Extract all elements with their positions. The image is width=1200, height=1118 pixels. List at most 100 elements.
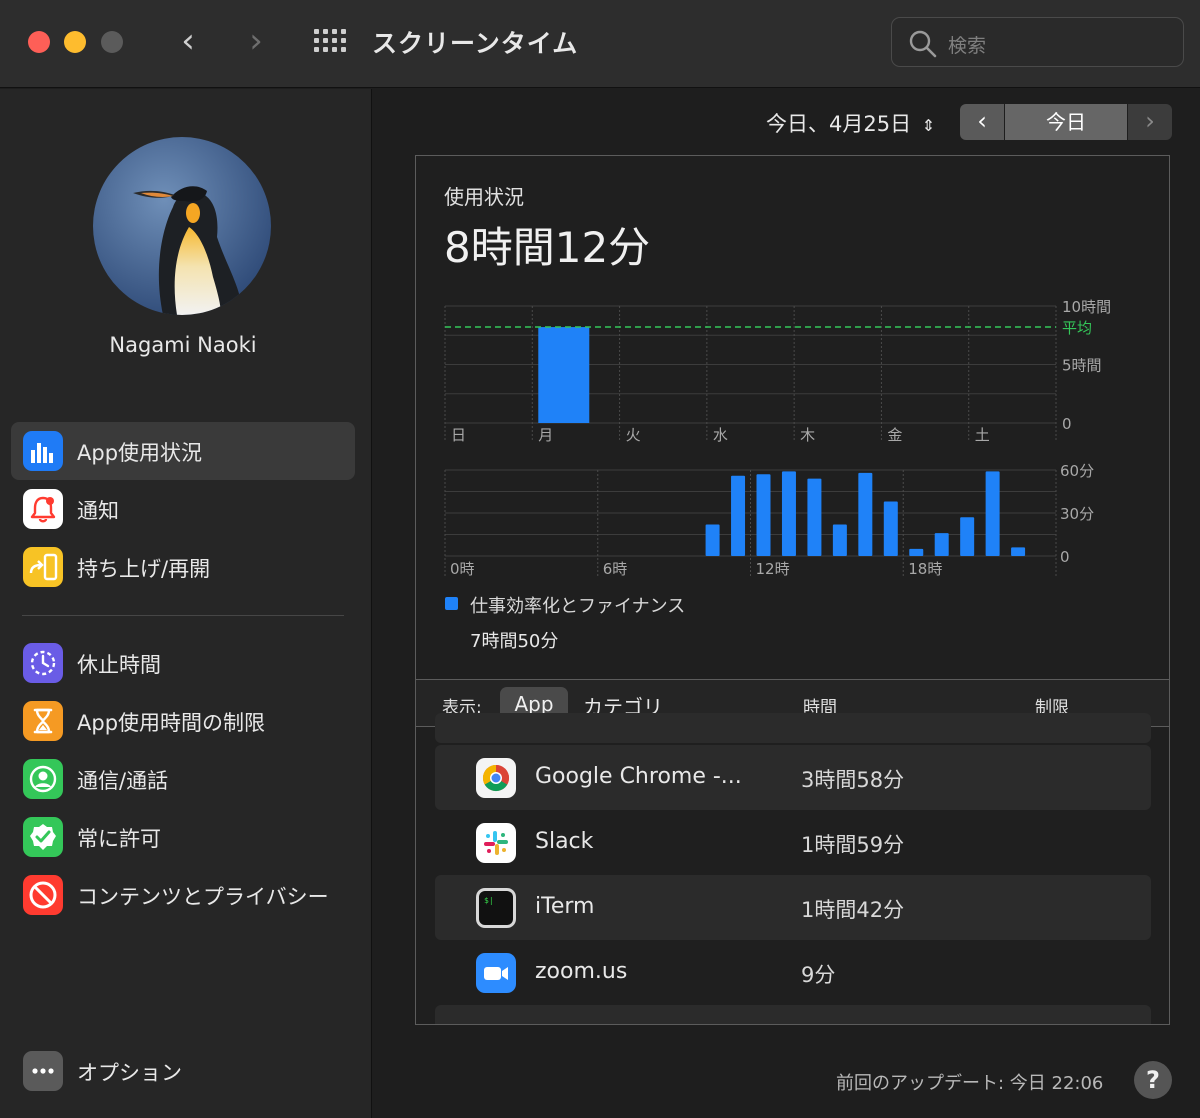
- table-row[interactable]: [435, 713, 1151, 743]
- bar: [731, 475, 746, 556]
- table-row[interactable]: zoom.us 9分: [435, 940, 1151, 1005]
- downtime-icon: [23, 643, 63, 683]
- y-tick-label: 0: [1060, 548, 1070, 566]
- sidebar-item-label: 常に許可: [77, 827, 161, 851]
- app-name: iTerm: [535, 894, 595, 919]
- y-tick-label: 0: [1062, 415, 1072, 433]
- sidebar-item-label: App使用状況: [77, 441, 203, 465]
- sidebar-item-always-allowed[interactable]: 常に許可: [11, 808, 355, 866]
- bar: [985, 471, 1000, 556]
- x-tick-label: 木: [800, 426, 815, 444]
- bar: [832, 524, 847, 556]
- show-all-grid-icon[interactable]: [314, 29, 346, 53]
- avatar[interactable]: [93, 137, 271, 315]
- bar: [909, 548, 924, 556]
- bar: [858, 472, 873, 556]
- svg-text:$|: $|: [484, 896, 494, 905]
- sidebar-item-downtime[interactable]: 休止時間: [11, 634, 355, 692]
- sidebar-item-options[interactable]: オプション: [11, 1042, 355, 1100]
- table-row[interactable]: $| iTerm 1時間42分: [435, 875, 1151, 940]
- today-button[interactable]: 今日: [1005, 104, 1127, 140]
- table-row[interactable]: Slack 1時間59分: [435, 810, 1151, 875]
- search-icon: [909, 30, 937, 58]
- sidebar-divider: [22, 615, 344, 616]
- back-button[interactable]: ‹: [173, 22, 203, 62]
- previous-day-button[interactable]: ‹: [960, 104, 1004, 140]
- help-button[interactable]: ?: [1134, 1061, 1172, 1099]
- app-time: 9分: [801, 963, 836, 987]
- legend-swatch: [445, 597, 458, 610]
- sidebar-item-pickups[interactable]: 持ち上げ/再開: [11, 538, 355, 596]
- x-tick-label: 0時: [450, 560, 475, 578]
- search-field[interactable]: 検索: [891, 17, 1184, 67]
- x-tick-label: 土: [975, 426, 990, 444]
- x-tick-label: 火: [626, 426, 641, 444]
- bar: [705, 524, 720, 556]
- x-tick-label: 金: [887, 426, 902, 444]
- x-tick-label: 月: [538, 426, 553, 444]
- table-row[interactable]: Google Chrome -... 3時間58分: [435, 745, 1151, 810]
- last-update-label: 前回のアップデート: 今日 22:06: [836, 1073, 1104, 1094]
- sidebar-item-communication[interactable]: 通信/通話: [11, 750, 355, 808]
- bar: [1011, 547, 1026, 556]
- bar: [960, 517, 975, 556]
- restriction-icon: [23, 875, 63, 915]
- average-label: 平均: [1062, 319, 1092, 337]
- x-tick-label: 12時: [756, 560, 790, 578]
- bar: [756, 474, 771, 556]
- bar: [781, 471, 796, 556]
- bar: [883, 501, 898, 556]
- up-down-chevron-icon: ⇕: [921, 116, 936, 135]
- sidebar-item-label: 通信/通話: [77, 769, 169, 793]
- search-placeholder: 検索: [948, 35, 987, 57]
- y-tick-label: 10時間: [1062, 298, 1111, 316]
- y-tick-label: 30分: [1060, 505, 1094, 523]
- sidebar-item-label: 通知: [77, 499, 119, 523]
- date-label: 今日、4月25日: [766, 112, 912, 136]
- minimize-window-button[interactable]: [64, 31, 86, 53]
- zoom-icon: [476, 953, 516, 993]
- sidebar-item-app-usage[interactable]: App使用状況: [11, 422, 355, 480]
- date-selector[interactable]: 今日、4月25日 ⇕: [766, 108, 935, 138]
- x-tick-label: 水: [713, 426, 728, 444]
- check-badge-icon: [23, 817, 63, 857]
- close-window-button[interactable]: [28, 31, 50, 53]
- x-tick-label: 6時: [603, 560, 628, 578]
- y-tick-label: 5時間: [1062, 357, 1102, 375]
- sidebar-item-label: オプション: [77, 1061, 182, 1085]
- sidebar-item-label: App使用時間の制限: [77, 711, 266, 735]
- bar: [538, 327, 590, 423]
- window-title: スクリーンタイム: [372, 29, 579, 58]
- y-tick-label: 60分: [1060, 462, 1094, 480]
- sidebar-item-notifications[interactable]: 通知: [11, 480, 355, 538]
- pickup-icon: [23, 547, 63, 587]
- legend-label: 仕事効率化とファイナンス: [470, 596, 686, 617]
- table-row[interactable]: [435, 1005, 1151, 1024]
- forward-button[interactable]: ›: [241, 22, 271, 62]
- usage-charts: 日 月 火 水 木 金 土 10時間 5時間 0 平均 0時 6時 12時 18時 60分 30分 0: [444, 298, 1111, 578]
- app-time: 3時間58分: [801, 768, 905, 792]
- bar: [934, 533, 949, 556]
- sidebar-item-app-limits[interactable]: App使用時間の制限: [11, 692, 355, 750]
- more-icon: [23, 1051, 63, 1091]
- hourglass-icon: [23, 701, 63, 741]
- title-bar: ‹ › スクリーンタイム 検索: [0, 0, 1200, 88]
- sidebar: Nagami Naoki App使用状況 通知 持ち上げ/再開 休止時間 App…: [0, 89, 372, 1118]
- zoom-window-button[interactable]: [101, 31, 123, 53]
- sidebar-item-content-privacy[interactable]: コンテンツとプライバシー: [11, 866, 355, 924]
- app-time: 1時間59分: [801, 833, 905, 857]
- bar: [807, 478, 822, 556]
- user-name: Nagami Naoki: [109, 333, 257, 357]
- slack-icon: [476, 823, 516, 863]
- app-name: zoom.us: [535, 959, 628, 984]
- sidebar-item-label: コンテンツとプライバシー: [77, 885, 329, 909]
- x-tick-label: 日: [451, 426, 466, 444]
- app-name: Slack: [535, 829, 594, 854]
- terminal-icon: $|: [476, 888, 516, 928]
- usage-panel: 使用状況 8時間12分 日月火水木金土 10時間 5時間 0 平均 0時 6時 12時 18時 6…: [415, 155, 1170, 1025]
- legend-value: 7時間50分: [470, 631, 559, 652]
- app-time: 1時間42分: [801, 898, 905, 922]
- x-tick-label: 18時: [908, 560, 942, 578]
- sidebar-item-label: 休止時間: [77, 653, 161, 677]
- next-day-button[interactable]: ›: [1128, 104, 1172, 140]
